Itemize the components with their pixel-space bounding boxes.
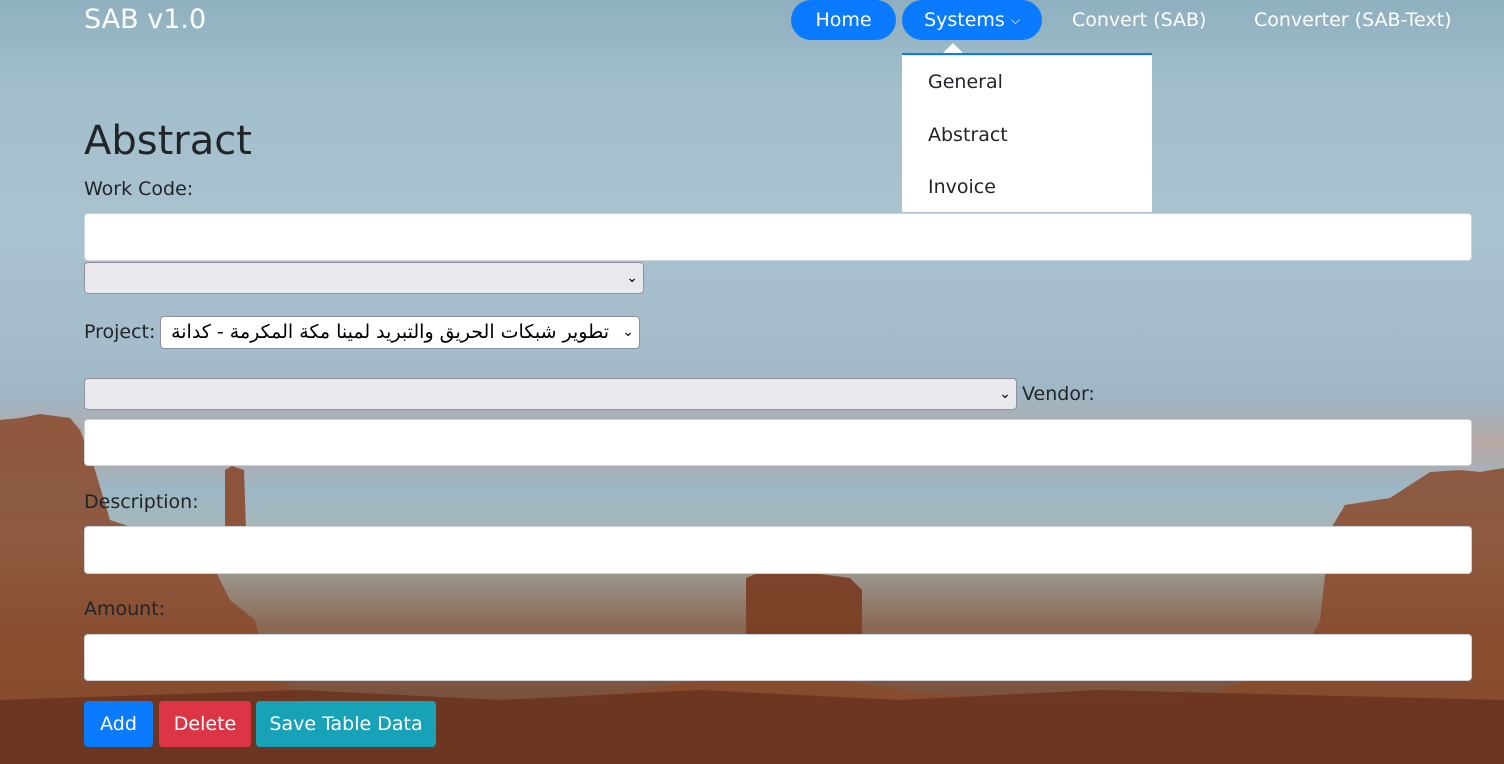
delete-button[interactable]: Delete (159, 701, 251, 747)
nav-systems-label: Systems (924, 9, 1005, 31)
project-label: Project: (84, 321, 156, 343)
work-code-input[interactable] (84, 213, 1472, 261)
work-code-label: Work Code: (84, 178, 194, 200)
description-input[interactable] (84, 526, 1472, 574)
project-select-value: تطوير شبكات الحريق والتبريد لمينا مكة ال… (171, 321, 609, 343)
systems-dropdown-menu: General Abstract Invoice (902, 53, 1152, 212)
chevron-down-icon: ⌄ (999, 386, 1011, 402)
add-button[interactable]: Add (84, 701, 153, 747)
chevron-down-icon: ⌄ (622, 324, 634, 340)
nav-systems[interactable]: Systems ⌵ (902, 0, 1042, 40)
work-code-select[interactable]: ⌄ (84, 262, 644, 294)
vendor-input[interactable] (84, 419, 1472, 466)
nav-converter-sab-text[interactable]: Converter (SAB-Text) (1254, 0, 1451, 40)
nav-convert-sab[interactable]: Convert (SAB) (1072, 0, 1206, 40)
dropdown-item-general[interactable]: General (928, 67, 1003, 97)
amount-input[interactable] (84, 634, 1472, 681)
chevron-down-icon: ⌄ (626, 270, 638, 286)
dropdown-item-abstract[interactable]: Abstract (928, 120, 1008, 150)
nav-home[interactable]: Home (791, 0, 896, 40)
amount-label: Amount: (84, 598, 166, 620)
chevron-down-icon: ⌵ (1010, 13, 1020, 27)
save-table-data-button[interactable]: Save Table Data (256, 701, 436, 747)
main-nav: Home Systems ⌵ Convert (SAB) Converter (S… (0, 0, 1504, 44)
description-label: Description: (84, 491, 199, 513)
dropdown-item-invoice[interactable]: Invoice (928, 172, 996, 202)
project-select[interactable]: تطوير شبكات الحريق والتبريد لمينا مكة ال… (160, 316, 640, 349)
vendor-select[interactable]: ⌄ (84, 378, 1017, 410)
page-title: Abstract (84, 118, 252, 164)
vendor-label: Vendor: (1022, 383, 1095, 405)
